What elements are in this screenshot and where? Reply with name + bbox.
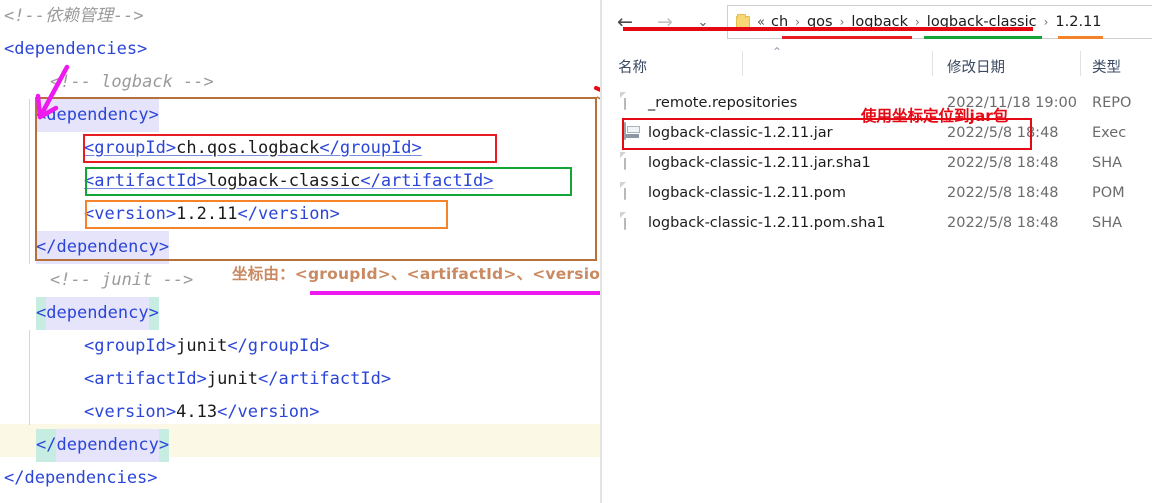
code-close-tag: </artifactId>: [258, 369, 392, 389]
breadcrumb-underline-artifactid: [924, 36, 1042, 39]
code-text: </dependencies>: [4, 468, 158, 488]
code-close-tag: </groupId>: [227, 336, 330, 356]
file-name: _remote.repositories: [648, 95, 798, 111]
file-row[interactable]: logback-classic-1.2.11.pom 2022/5/8 18:4…: [602, 178, 1152, 208]
code-close-tag: </artifactId>: [360, 171, 494, 191]
file-name: logback-classic-1.2.11.jar.sha1: [648, 155, 871, 171]
code-line-version-2[interactable]: <version> 4.13 </version>: [0, 396, 600, 429]
forward-arrow-icon[interactable]: →: [650, 7, 680, 37]
code-open-tag: <version>: [84, 204, 177, 224]
code-line-comment-logback[interactable]: <!-- logback -->: [0, 66, 600, 99]
column-header-type[interactable]: 类型: [1092, 56, 1121, 77]
code-close-tag: </version>: [237, 204, 340, 224]
code-open-tag: <artifactId>: [84, 369, 207, 389]
file-date: 2022/5/8 18:48: [947, 215, 1059, 231]
code-text: <!-- logback -->: [50, 72, 214, 92]
code-tagname: dependency: [46, 297, 149, 330]
file-name: logback-classic-1.2.11.jar: [648, 125, 833, 141]
sort-ascending-icon: ⌃: [772, 45, 783, 59]
file-explorer-panel[interactable]: ← → ⌄ ↑ « ch › qos › logback › logback-c…: [600, 0, 1152, 503]
file-name: logback-classic-1.2.11.pom: [648, 185, 846, 201]
screenshot-root: <!--依赖管理--> <dependencies> <!-- logback …: [0, 0, 1152, 503]
code-text: <dependency>: [36, 99, 159, 132]
code-value: 1.2.11: [176, 204, 238, 224]
code-line-artifactid-1[interactable]: <artifactId> logback-classic </artifactId>: [0, 165, 600, 198]
code-open-tag: <groupId>: [84, 336, 177, 356]
code-close-tag: </groupId>: [319, 138, 422, 158]
file-type: SHA: [1092, 155, 1123, 171]
code-line-groupid-2[interactable]: <groupId> junit </groupId>: [0, 330, 600, 363]
code-line-dependency-open-1[interactable]: <dependency>: [0, 99, 600, 132]
code-text: <dependencies>: [4, 39, 148, 59]
code-close-tag: </version>: [217, 402, 320, 422]
code-text: <!--依赖管理-->: [4, 6, 144, 26]
column-header-row: ⌃ 名称 修改日期 类型: [602, 45, 1152, 81]
file-type: Exec: [1092, 125, 1127, 141]
file-type: POM: [1092, 185, 1125, 201]
document-icon: [624, 181, 641, 204]
code-line-groupid-1[interactable]: <groupId> ch.qos.logback </groupId>: [0, 132, 600, 165]
file-row[interactable]: logback-classic-1.2.11.jar.sha1 2022/5/8…: [602, 148, 1152, 178]
code-value: 4.13: [176, 402, 218, 422]
xml-code-editor[interactable]: <!--依赖管理--> <dependencies> <!-- logback …: [0, 0, 600, 503]
code-line-dependency-close-2[interactable]: </dependency >: [0, 429, 600, 462]
address-bar[interactable]: « ch › qos › logback › logback-classic ›…: [727, 5, 1152, 39]
code-bracket: >: [148, 297, 159, 330]
breadcrumb-underline-groupid: [782, 36, 912, 39]
code-open-tag: <version>: [84, 402, 177, 422]
code-value: logback-classic: [206, 171, 361, 191]
code-open-tag: <artifactId>: [84, 171, 207, 191]
column-divider[interactable]: [932, 51, 933, 76]
chevron-down-icon[interactable]: ⌄: [688, 7, 718, 37]
document-icon: [624, 91, 641, 114]
back-arrow-icon[interactable]: ←: [610, 7, 640, 37]
column-divider[interactable]: [1080, 51, 1081, 76]
code-value: junit: [176, 336, 228, 356]
code-line-comment-dependency-mgmt[interactable]: <!--依赖管理-->: [0, 0, 600, 33]
file-date: 2022/5/8 18:48: [947, 185, 1059, 201]
breadcrumb-separator: ›: [1043, 15, 1049, 29]
column-header-date[interactable]: 修改日期: [947, 56, 1005, 77]
file-type: SHA: [1092, 215, 1123, 231]
file-date: 2022/5/8 18:48: [947, 125, 1059, 141]
code-line-dependencies-open[interactable]: <dependencies>: [0, 33, 600, 66]
code-value: ch.qos.logback: [176, 138, 320, 158]
code-open-tag: <groupId>: [84, 138, 177, 158]
code-bracket: >: [158, 429, 170, 462]
code-text: </dependency>: [36, 231, 170, 264]
code-tagname: dependency: [56, 429, 159, 462]
code-bracket: <: [36, 297, 47, 330]
file-type: REPO: [1092, 95, 1132, 111]
document-icon: [624, 151, 641, 174]
file-name: logback-classic-1.2.11.pom.sha1: [648, 215, 886, 231]
column-divider[interactable]: [742, 51, 743, 76]
document-icon: [624, 211, 641, 234]
code-line-artifactid-2[interactable]: <artifactId> junit </artifactId>: [0, 363, 600, 396]
code-text: <!-- junit -->: [50, 270, 194, 290]
code-line-version-1[interactable]: <version> 1.2.11 </version>: [0, 198, 600, 231]
breadcrumb-underline-version: [1058, 36, 1103, 39]
jar-annotation-text: 使用坐标定位到jar包: [861, 107, 1009, 125]
code-line-dependency-close-1[interactable]: </dependency>: [0, 231, 600, 264]
code-bracket: </: [36, 429, 57, 462]
file-row[interactable]: logback-classic-1.2.11.pom.sha1 2022/5/8…: [602, 208, 1152, 238]
code-line-dependency-open-2[interactable]: < dependency >: [0, 297, 600, 330]
code-value: junit: [206, 369, 259, 389]
file-date: 2022/5/8 18:48: [947, 155, 1059, 171]
code-line-dependencies-close[interactable]: </dependencies>: [0, 462, 600, 495]
column-header-name[interactable]: 名称: [618, 56, 647, 77]
breadcrumb-version[interactable]: 1.2.11: [1053, 14, 1103, 30]
executable-icon: [624, 121, 641, 144]
annotation-box-jar-file: [623, 27, 1033, 31]
